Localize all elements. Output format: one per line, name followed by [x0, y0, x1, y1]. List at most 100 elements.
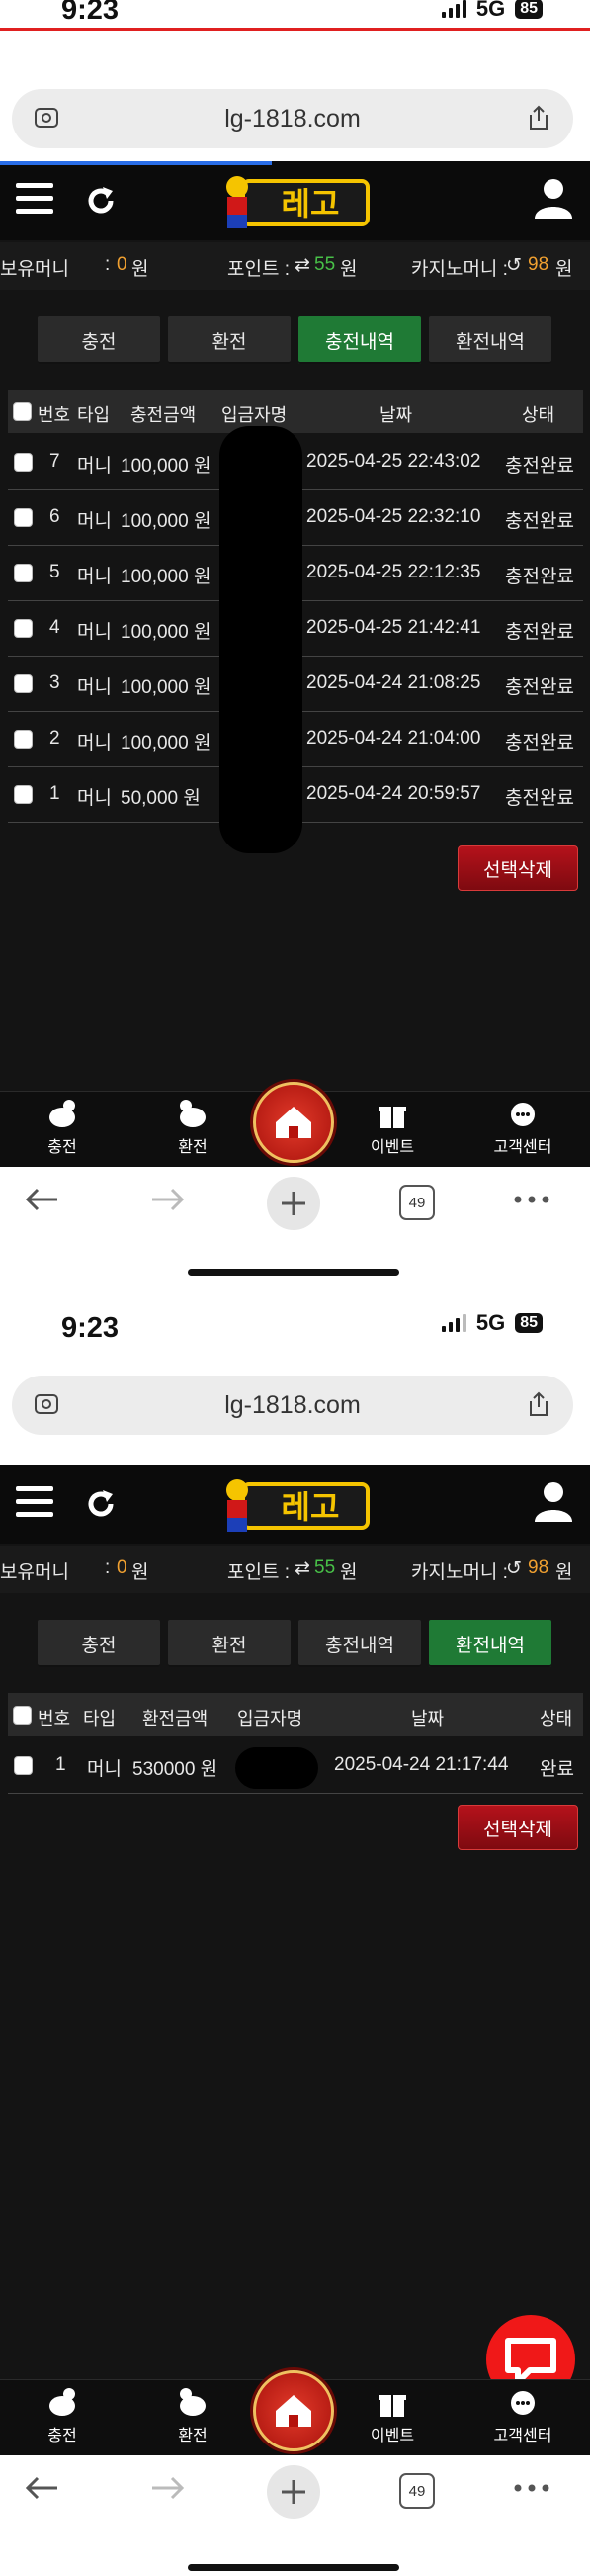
new-tab-button[interactable]	[267, 2465, 320, 2519]
row-no: 2	[49, 728, 60, 749]
gift-icon	[379, 1107, 406, 1128]
nav-support[interactable]: 고객센터	[478, 1098, 567, 1157]
casino-value: 98	[528, 1557, 549, 1578]
row-checkbox[interactable]	[14, 730, 33, 749]
row-date: 2025-04-25 22:32:10	[306, 506, 481, 527]
user-icon[interactable]	[533, 1480, 574, 1524]
row-type: 머니	[87, 1759, 122, 1780]
row-date: 2025-04-24 21:08:25	[306, 672, 481, 693]
history-tabs: 충전 환전 충전내역 환전내역	[38, 316, 551, 364]
logo[interactable]: 레고	[215, 167, 374, 236]
tab-withdraw[interactable]: 환전	[168, 316, 291, 364]
refresh-icon[interactable]	[83, 183, 119, 219]
row-amount: 100,000 원	[121, 567, 211, 587]
casino-unit: 원	[555, 1562, 573, 1583]
casino-label: 카지노머니 :	[411, 259, 508, 280]
address-bar[interactable]: lg-1818.com	[12, 89, 573, 148]
nav-deposit-label: 충전	[47, 1139, 77, 1156]
col-type: 타입	[77, 405, 111, 425]
nav-support-label: 고객센터	[493, 1139, 552, 1156]
nav-support[interactable]: 고객센터	[478, 2386, 567, 2445]
share-icon[interactable]	[526, 1390, 551, 1418]
row-status: 충전완료	[505, 788, 574, 809]
casino-label: 카지노머니 :	[411, 1562, 508, 1583]
delete-selected-button[interactable]: 선택삭제	[458, 1805, 578, 1850]
balance-bar: 보유머니 : 0 원 포인트 : ⇄ 55 원 카지노머니 : ↺ 98 원	[0, 1546, 590, 1593]
col-status: 상태	[522, 405, 555, 425]
logo-text: 레고	[282, 1488, 340, 1526]
delete-selected-button[interactable]: 선택삭제	[458, 845, 578, 891]
menu-icon[interactable]	[16, 1486, 53, 1518]
status-bar: 9:23 5G 85	[0, 0, 590, 59]
money-unit: 원	[131, 259, 149, 280]
home-button[interactable]	[253, 2370, 334, 2451]
row-checkbox[interactable]	[14, 674, 33, 693]
headset-icon	[511, 2391, 535, 2415]
row-no: 1	[55, 1754, 66, 1775]
balance-bar: 보유머니 : 0 원 포인트 : ⇄ 55 원 카지노머니 : ↺ 98 원	[0, 242, 590, 290]
nav-event-label: 이벤트	[370, 2428, 415, 2444]
tab-count-button[interactable]: 49	[399, 1185, 435, 1220]
money-label: 보유머니	[0, 259, 69, 280]
bottom-nav: 충전 환전 이벤트 고객센터	[0, 1082, 590, 1167]
tab-deposit-history[interactable]: 충전내역	[298, 316, 421, 364]
back-icon[interactable]	[22, 2473, 61, 2503]
nav-withdraw-label: 환전	[178, 2428, 208, 2444]
row-status: 충전완료	[505, 567, 574, 587]
home-icon	[276, 2395, 311, 2427]
tab-deposit-history[interactable]: 충전내역	[298, 1620, 421, 1667]
forward-icon[interactable]	[148, 2473, 188, 2503]
browser-toolbar: 49	[0, 1167, 590, 1236]
home-button[interactable]	[253, 1082, 334, 1163]
forward-icon[interactable]	[148, 1185, 188, 1214]
row-amount: 100,000 원	[121, 511, 211, 532]
tab-withdraw-history[interactable]: 환전내역	[429, 316, 551, 364]
address-bar[interactable]: lg-1818.com	[12, 1376, 573, 1435]
app-header: 레고	[0, 1465, 590, 1544]
status-time: 9:23	[61, 1312, 120, 1344]
nav-event[interactable]: 이벤트	[348, 1098, 437, 1157]
more-icon[interactable]	[512, 2481, 551, 2495]
nav-withdraw[interactable]: 환전	[148, 2386, 237, 2445]
url-text[interactable]: lg-1818.com	[12, 1391, 573, 1420]
status-bar: 9:23 5G 85	[0, 1288, 590, 1348]
share-icon[interactable]	[526, 104, 551, 132]
tab-deposit[interactable]: 충전	[38, 1620, 160, 1667]
refresh-icon[interactable]	[83, 1486, 119, 1522]
tab-count-button[interactable]: 49	[399, 2473, 435, 2509]
row-date: 2025-04-24 20:59:57	[306, 783, 481, 804]
plus-icon	[282, 2480, 305, 2504]
row-checkbox[interactable]	[14, 785, 33, 804]
new-tab-button[interactable]	[267, 1177, 320, 1230]
signal-icon	[441, 0, 466, 18]
nav-event[interactable]: 이벤트	[348, 2386, 437, 2445]
row-type: 머니	[77, 511, 112, 532]
screenshot-deposit-history: 9:23 5G 85 lg-1818.com 레고 보유머니: 0 원 포인트…	[0, 0, 590, 1288]
row-checkbox[interactable]	[14, 508, 33, 527]
row-checkbox[interactable]	[14, 1756, 33, 1775]
point-unit: 원	[340, 259, 358, 280]
reload-icon: ↺	[506, 255, 522, 276]
col-type: 타입	[83, 1709, 117, 1729]
menu-icon[interactable]	[16, 183, 53, 215]
back-icon[interactable]	[22, 1185, 61, 1214]
url-text[interactable]: lg-1818.com	[12, 105, 573, 133]
row-checkbox[interactable]	[14, 619, 33, 638]
logo[interactable]: 레고	[215, 1470, 374, 1540]
user-icon[interactable]	[533, 177, 574, 221]
tab-withdraw[interactable]: 환전	[168, 1620, 291, 1667]
more-icon[interactable]	[512, 1193, 551, 1206]
point-label: 포인트 :	[227, 1562, 290, 1583]
row-checkbox[interactable]	[14, 564, 33, 582]
nav-deposit[interactable]: 충전	[18, 2386, 107, 2445]
row-amount: 100,000 원	[121, 733, 211, 754]
select-all-checkbox[interactable]	[13, 1706, 32, 1725]
col-no: 번호	[38, 405, 71, 425]
tab-deposit[interactable]: 충전	[38, 316, 160, 364]
row-checkbox[interactable]	[14, 453, 33, 472]
select-all-checkbox[interactable]	[13, 402, 32, 421]
nav-withdraw[interactable]: 환전	[148, 1098, 237, 1157]
nav-deposit[interactable]: 충전	[18, 1098, 107, 1157]
money-unit: 원	[131, 1562, 149, 1583]
tab-withdraw-history[interactable]: 환전내역	[429, 1620, 551, 1667]
